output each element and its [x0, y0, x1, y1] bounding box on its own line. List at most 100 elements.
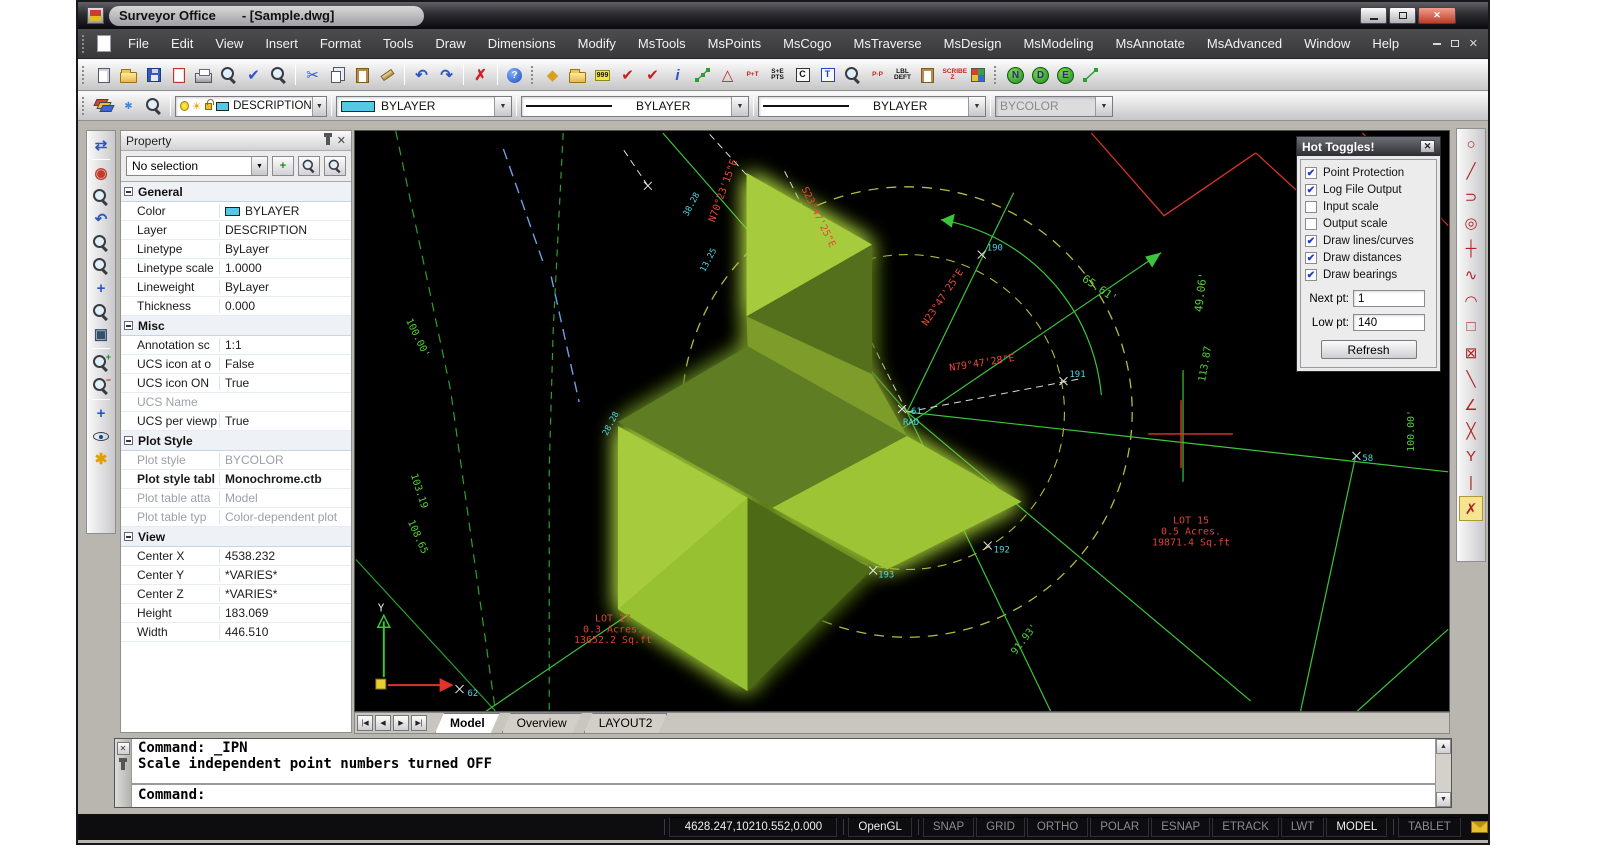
color-dropdown-button[interactable]: ▼ [494, 96, 511, 116]
arc-tool[interactable]: ◠ [1459, 288, 1483, 313]
perpendicular-tool[interactable]: ┼ [1459, 236, 1483, 261]
menu-draw[interactable]: Draw [424, 31, 476, 56]
property-row[interactable]: UCS per viewp True [121, 412, 351, 431]
tab-layout2[interactable]: LAYOUT2 [584, 713, 668, 733]
property-value[interactable]: Monochrome.ctb [219, 472, 351, 486]
status-toggle-model[interactable]: MODEL [1326, 817, 1388, 837]
linetype-dropdown-button[interactable]: ▼ [731, 96, 748, 116]
property-row[interactable]: Plot table atta Model [121, 489, 351, 508]
mdi-doc-icon[interactable] [97, 35, 111, 52]
property-value[interactable]: 1:1 [219, 338, 351, 352]
mdi-close-icon[interactable]: ✕ [1469, 37, 1478, 50]
status-toggle-polar[interactable]: POLAR [1090, 817, 1150, 837]
selection-dropdown-button[interactable]: ▼ [251, 157, 267, 175]
command-history[interactable]: Command: _IPN Scale independent point nu… [132, 739, 1435, 785]
first-tab-button[interactable]: |◀ [357, 715, 373, 731]
copy-button[interactable] [325, 62, 350, 88]
hot-toggle-draw-bearings[interactable]: ✔ Draw bearings [1305, 266, 1432, 283]
format-painter-button[interactable] [375, 62, 400, 88]
redo-button[interactable]: ↷ [434, 62, 459, 88]
hot-toggle-input-scale[interactable]: Input scale [1305, 198, 1432, 215]
help-button[interactable]: ? [502, 62, 527, 88]
checkbox-icon[interactable]: ✔ [1305, 166, 1317, 179]
property-row[interactable]: Center X 4538.232 [121, 547, 351, 566]
property-row[interactable]: Plot style BYCOLOR [121, 451, 351, 470]
curve-command-button[interactable]: C [790, 62, 815, 88]
hot-toggle-output-scale[interactable]: Output scale [1305, 215, 1432, 232]
table-button[interactable] [965, 62, 990, 88]
checkbox-icon[interactable]: ✔ [1305, 234, 1317, 247]
hot-toggle-draw-lines-curves[interactable]: ✔ Draw lines/curves [1305, 232, 1432, 249]
distance-button[interactable]: D [1028, 62, 1053, 88]
layer-dropdown-button[interactable]: ▼ [311, 96, 326, 116]
point-info-button[interactable]: i [665, 62, 690, 88]
selection-combo[interactable]: No selection ▼ [126, 156, 268, 176]
property-row[interactable]: Center Y *VARIES* [121, 566, 351, 585]
minimize-button[interactable] [1360, 7, 1387, 24]
last-tab-button[interactable]: ▶| [411, 715, 427, 731]
draw-line-button[interactable] [1078, 62, 1103, 88]
rectangle-tool[interactable]: □ [1459, 314, 1483, 339]
command-pin-icon[interactable] [119, 758, 127, 770]
spell-check-button[interactable]: ✔ [241, 62, 266, 88]
view-eye-button[interactable] [89, 425, 113, 448]
mdi-restore-icon[interactable] [1450, 40, 1459, 47]
viewport-button[interactable]: ▣ [89, 323, 113, 346]
line-by-points-button[interactable] [690, 62, 715, 88]
property-value[interactable]: *VARIES* [219, 587, 351, 601]
hot-toggle-log-file-output[interactable]: ✔ Log File Output [1305, 181, 1432, 198]
spline-tool[interactable]: ∿ [1459, 262, 1483, 287]
branch-tool[interactable]: Y [1459, 444, 1483, 469]
move-view-button[interactable]: + [89, 277, 113, 300]
collapse-icon[interactable] [124, 321, 133, 330]
scribe-button[interactable]: SCRIBE Z [940, 62, 968, 88]
property-value[interactable]: 1.0000 [219, 261, 351, 275]
property-value[interactable]: DESCRIPTION [219, 223, 351, 237]
color-combo[interactable]: BYLAYER ▼ [336, 95, 512, 117]
triangle-button[interactable]: △ [715, 62, 740, 88]
property-row[interactable]: Plot style tabl Monochrome.ctb [121, 470, 351, 489]
menu-msadvanced[interactable]: MsAdvanced [1196, 31, 1293, 56]
open-button[interactable] [116, 62, 141, 88]
checkbox-icon[interactable]: ✔ [1305, 251, 1317, 264]
prev-tab-button[interactable]: ◀ [375, 715, 391, 731]
tab-overview[interactable]: Overview [502, 713, 582, 733]
collapse-icon[interactable] [124, 436, 133, 445]
menu-mspoints[interactable]: MsPoints [697, 31, 772, 56]
menu-modify[interactable]: Modify [567, 31, 627, 56]
hot-toggle-point-protection[interactable]: ✔ Point Protection [1305, 164, 1432, 181]
hot-toggle-draw-distances[interactable]: ✔ Draw distances [1305, 249, 1432, 266]
menu-mstraverse[interactable]: MsTraverse [843, 31, 933, 56]
property-row[interactable]: Linetype scale 1.0000 [121, 259, 351, 278]
report-button[interactable] [915, 62, 940, 88]
status-toggle-etrack[interactable]: ETRACK [1212, 817, 1279, 837]
property-row[interactable]: Color BYLAYER [121, 202, 351, 221]
property-row[interactable]: Thickness 0.000 [121, 297, 351, 316]
property-row[interactable]: Center Z *VARIES* [121, 585, 351, 604]
command-scrollbar[interactable]: ▲ ▼ [1435, 739, 1451, 807]
close-doc-button[interactable] [166, 62, 191, 88]
menu-msdesign[interactable]: MsDesign [933, 31, 1013, 56]
point-symbol-button[interactable]: P+T [740, 62, 765, 88]
verify-button[interactable]: ✔ [615, 62, 640, 88]
quick-select-button[interactable]: + [272, 156, 294, 176]
point-import-button[interactable] [565, 62, 590, 88]
orbit-button[interactable]: ◉ [89, 162, 113, 185]
angle-tool[interactable]: ∠ [1459, 392, 1483, 417]
freeze-button[interactable]: ✱ [116, 93, 141, 119]
property-value[interactable]: 0.000 [219, 299, 351, 313]
collapse-icon[interactable] [124, 187, 133, 196]
property-row[interactable]: UCS icon at o False [121, 355, 351, 374]
text-command-button[interactable]: T [815, 62, 840, 88]
property-row[interactable]: Height 183.069 [121, 604, 351, 623]
scroll-up-icon[interactable]: ▲ [1436, 739, 1451, 754]
property-row[interactable]: Lineweight ByLayer [121, 278, 351, 297]
property-value[interactable]: BYLAYER [219, 204, 351, 218]
line-point-tool[interactable]: ╱ [1459, 158, 1483, 183]
menu-dimensions[interactable]: Dimensions [477, 31, 567, 56]
menu-msannotate[interactable]: MsAnnotate [1105, 31, 1196, 56]
hot-toggles-close-button[interactable]: ✕ [1420, 140, 1435, 153]
zoom-extents-button[interactable] [89, 231, 113, 254]
label-defaults-button[interactable]: LBL DEFT [890, 62, 915, 88]
renderer-indicator[interactable]: OpenGL [848, 817, 912, 837]
